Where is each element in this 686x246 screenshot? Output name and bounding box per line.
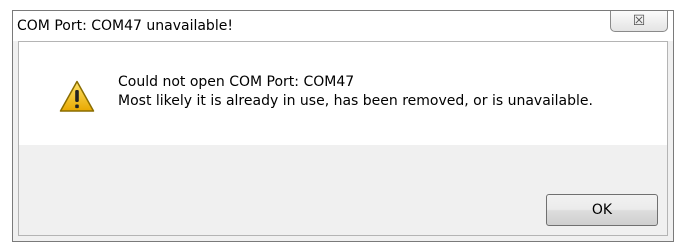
window-title: COM Port: COM47 unavailable! <box>17 18 233 34</box>
message-area: Could not open COM Port: COM47 Most like… <box>19 42 667 145</box>
message-text: Could not open COM Port: COM47 Most like… <box>118 73 593 111</box>
message-line-1: Could not open COM Port: COM47 <box>118 74 355 90</box>
close-icon: ☒ <box>632 13 646 29</box>
message-dialog: COM Port: COM47 unavailable! ☒ Could not… <box>12 10 674 242</box>
message-line-2: Most likely it is already in use, has be… <box>118 93 593 109</box>
close-button[interactable]: ☒ <box>610 11 668 32</box>
title-bar[interactable]: COM Port: COM47 unavailable! ☒ <box>13 11 673 41</box>
warning-icon <box>59 80 95 112</box>
dialog-body: Could not open COM Port: COM47 Most like… <box>18 41 668 236</box>
ok-button[interactable]: OK <box>546 194 658 226</box>
